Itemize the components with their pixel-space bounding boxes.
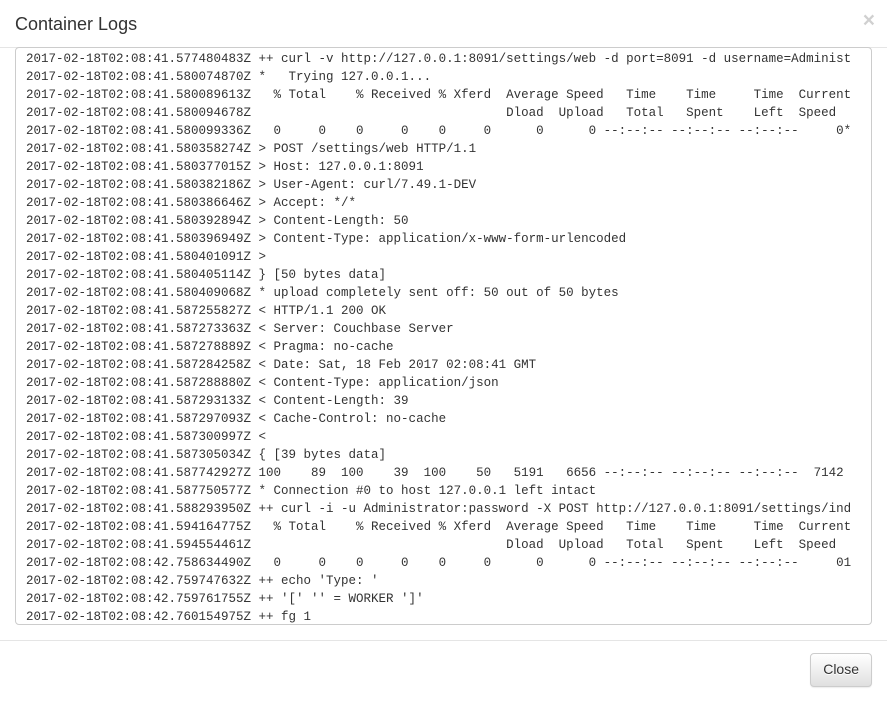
modal-header: Container Logs × [0,0,887,48]
close-icon[interactable]: × [863,10,875,31]
modal-footer: Close [0,640,887,699]
log-output-box[interactable]: 2017-02-18T02:08:41.577480483Z ++ curl -… [15,47,872,625]
close-button[interactable]: Close [810,653,872,687]
modal-body: 2017-02-18T02:08:41.577480483Z ++ curl -… [0,47,887,640]
container-logs-modal: Container Logs × 2017-02-18T02:08:41.577… [0,0,887,699]
log-content: 2017-02-18T02:08:41.577480483Z ++ curl -… [16,47,871,625]
modal-title: Container Logs [15,12,872,37]
